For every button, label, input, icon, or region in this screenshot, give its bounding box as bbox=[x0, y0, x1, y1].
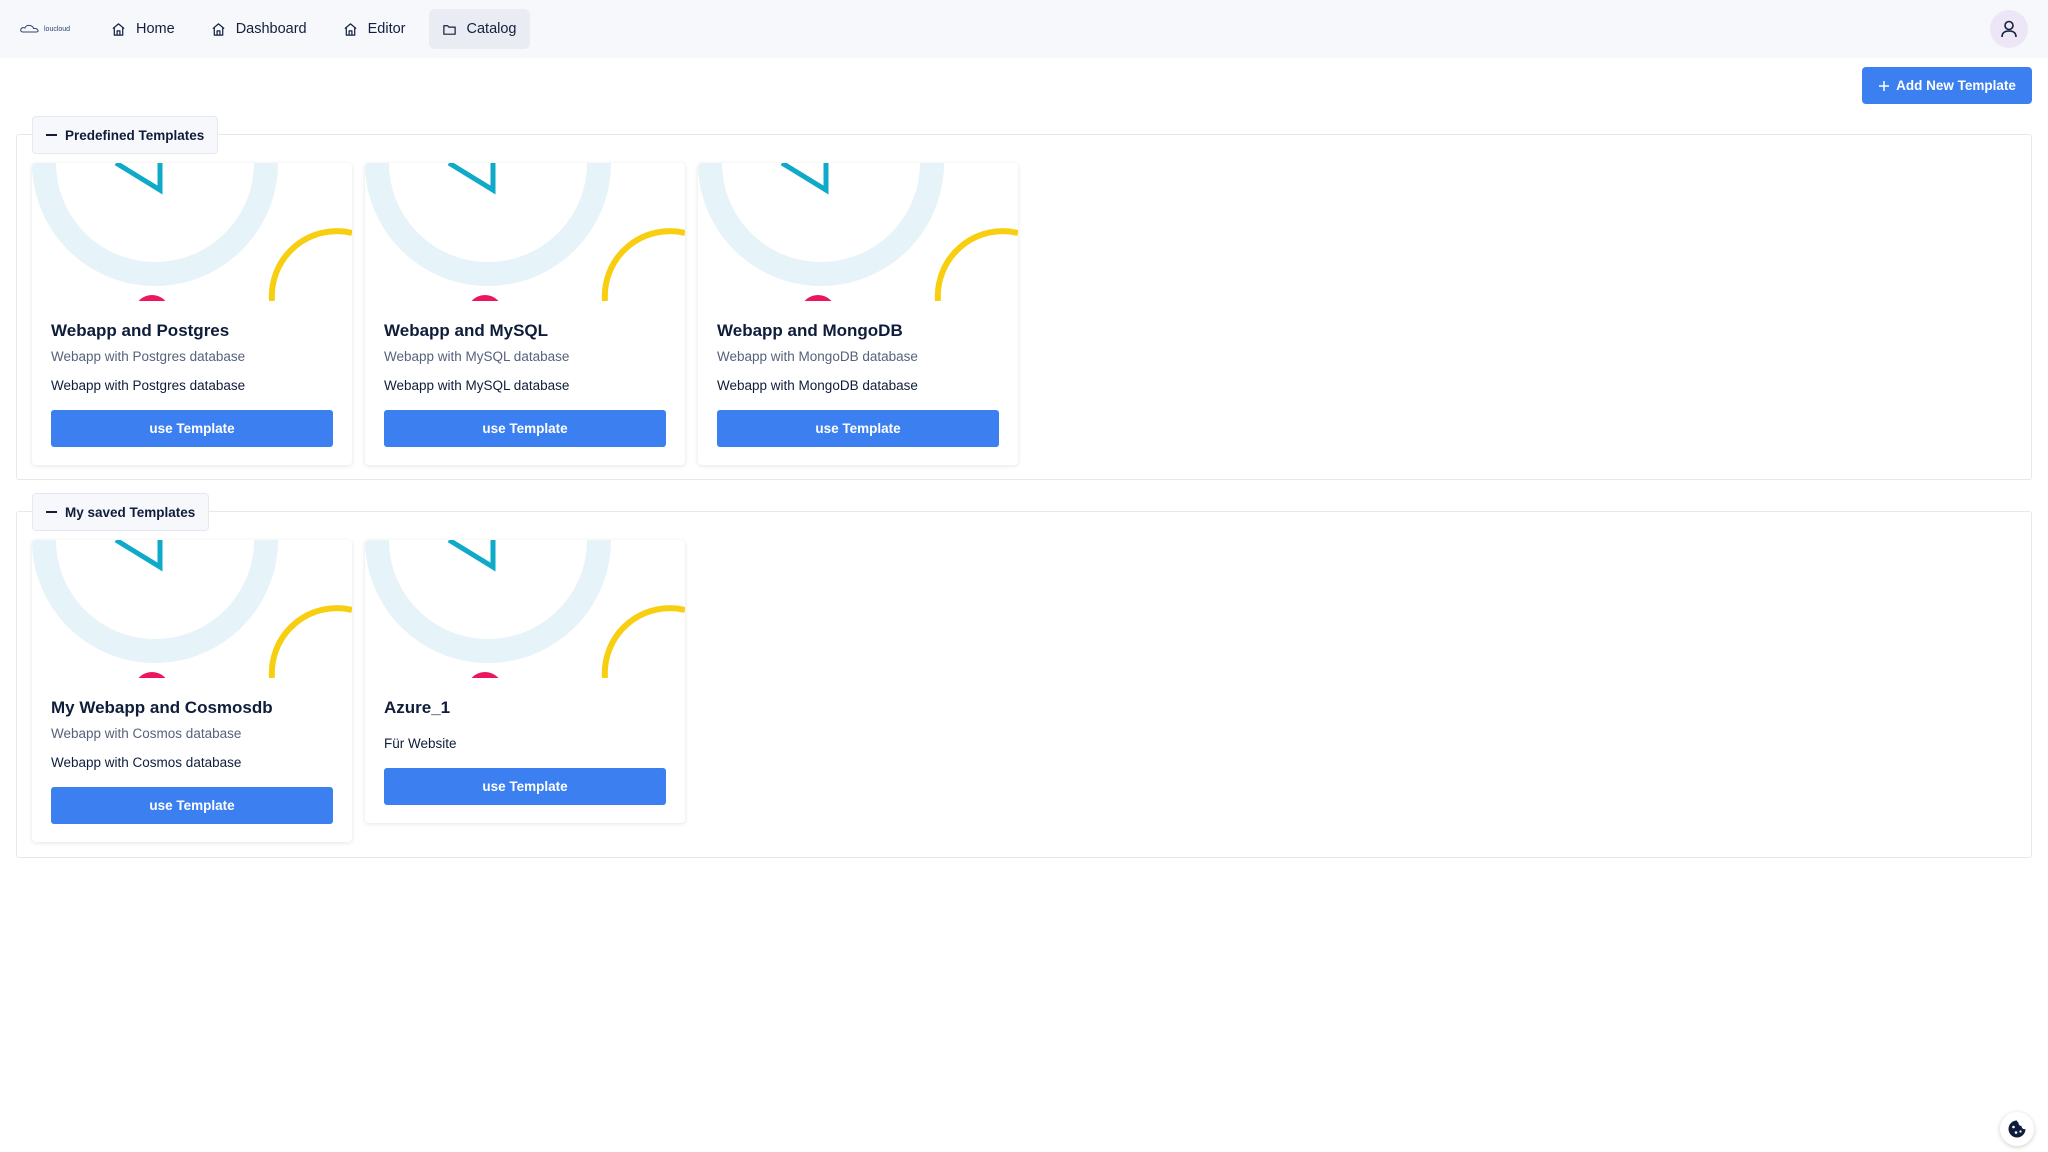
add-new-template-label: Add New Template bbox=[1896, 78, 2016, 93]
nav-catalog-label: Catalog bbox=[466, 21, 517, 37]
home-icon bbox=[112, 22, 125, 36]
nav-home[interactable]: Home bbox=[98, 9, 188, 49]
card-title: My Webapp and Cosmosdb bbox=[51, 698, 273, 717]
section-title: My saved Templates bbox=[65, 504, 196, 520]
home-icon bbox=[344, 22, 357, 36]
cookie-settings-button[interactable] bbox=[2000, 1112, 2034, 1146]
use-template-button[interactable]: use Template bbox=[51, 787, 333, 824]
card-description: Webapp with Cosmos database bbox=[51, 755, 242, 770]
app-logo[interactable]: loucloud bbox=[20, 19, 80, 39]
add-new-template-button[interactable]: Add New Template bbox=[1862, 67, 2032, 104]
card-subtitle: Webapp with MySQL database bbox=[384, 349, 570, 364]
card-title: Azure_1 bbox=[384, 698, 451, 717]
user-avatar[interactable] bbox=[1990, 10, 2028, 48]
nav-editor[interactable]: Editor bbox=[330, 9, 419, 49]
collapse-icon bbox=[46, 134, 57, 136]
nav-dashboard-label: Dashboard bbox=[235, 21, 307, 37]
card-illustration bbox=[365, 163, 685, 301]
card-illustration bbox=[32, 163, 352, 301]
nav-dashboard[interactable]: Dashboard bbox=[198, 9, 320, 49]
collapse-icon bbox=[46, 511, 57, 513]
card-description: Für Website bbox=[384, 736, 457, 751]
template-card: Webapp and Postgres Webapp with Postgres… bbox=[32, 163, 352, 465]
section-title: Predefined Templates bbox=[65, 127, 205, 143]
user-icon bbox=[2001, 20, 2017, 38]
template-card: My Webapp and Cosmosdb Webapp with Cosmo… bbox=[32, 540, 352, 842]
card-subtitle: Webapp with Cosmos database bbox=[51, 726, 242, 741]
card-subtitle: Webapp with MongoDB database bbox=[717, 349, 918, 364]
card-illustration bbox=[365, 540, 685, 678]
cookie-icon bbox=[2008, 1120, 2026, 1138]
folder-icon bbox=[442, 24, 456, 35]
home-icon bbox=[212, 22, 225, 36]
plus-icon bbox=[1879, 80, 1890, 91]
section-toggle-saved[interactable]: My saved Templates bbox=[32, 493, 210, 531]
logo-text: loucloud bbox=[44, 25, 71, 33]
template-card: Webapp and MySQL Webapp with MySQL datab… bbox=[365, 163, 685, 465]
card-illustration bbox=[32, 540, 352, 678]
card-title: Webapp and MySQL bbox=[384, 321, 549, 340]
nav-editor-label: Editor bbox=[367, 21, 406, 37]
use-template-button[interactable]: use Template bbox=[51, 410, 333, 447]
card-description: Webapp with MongoDB database bbox=[717, 378, 918, 393]
card-subtitle: Webapp with Postgres database bbox=[51, 349, 246, 364]
use-template-button[interactable]: use Template bbox=[717, 410, 999, 447]
template-card: Azure_1 Für Website use Template bbox=[365, 540, 685, 823]
nav-home-label: Home bbox=[136, 21, 175, 37]
use-template-button[interactable]: use Template bbox=[384, 768, 666, 805]
predefined-templates-section: Predefined Templates Webapp and Postgres… bbox=[16, 116, 2032, 480]
saved-templates-section: My saved Templates My Webapp and Cosmosd… bbox=[16, 493, 2032, 858]
nav-catalog[interactable]: Catalog bbox=[428, 9, 530, 49]
top-navbar: loucloud Home Dashboard Editor Catalog bbox=[0, 0, 2048, 58]
card-title: Webapp and MongoDB bbox=[717, 321, 903, 340]
cloud-logo-icon bbox=[20, 24, 39, 33]
card-description: Webapp with MySQL database bbox=[384, 378, 570, 393]
card-illustration bbox=[698, 163, 1018, 301]
card-title: Webapp and Postgres bbox=[51, 321, 230, 340]
card-description: Webapp with Postgres database bbox=[51, 378, 246, 393]
template-card: Webapp and MongoDB Webapp with MongoDB d… bbox=[698, 163, 1018, 465]
use-template-button[interactable]: use Template bbox=[384, 410, 666, 447]
section-toggle-predefined[interactable]: Predefined Templates bbox=[32, 116, 219, 154]
